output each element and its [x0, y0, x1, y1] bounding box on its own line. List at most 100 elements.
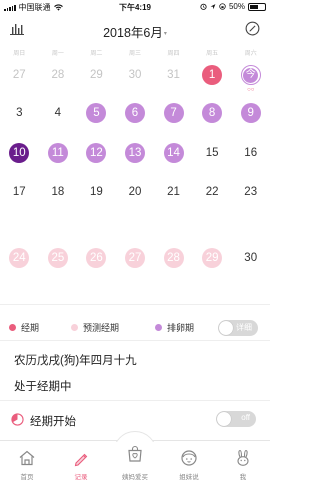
- day-number: 27: [12, 69, 26, 81]
- calendar-day[interactable]: 29: [193, 239, 232, 277]
- day-number: 今: [245, 69, 256, 80]
- calendar-day[interactable]: 30: [116, 56, 155, 94]
- calendar-day[interactable]: 29: [77, 56, 116, 94]
- tab-me[interactable]: 我: [216, 441, 270, 480]
- legend-predicted-label: 预测经期: [83, 323, 120, 333]
- period-start-row: 经期开始 off: [0, 406, 270, 432]
- day-number: 20: [128, 186, 142, 198]
- calendar-day[interactable]: 28: [154, 239, 193, 277]
- legend-period-label: 经期: [21, 323, 40, 333]
- period-start-label: 经期开始: [30, 416, 76, 428]
- chevron-down-icon: ▾: [163, 31, 167, 38]
- day-number: 9: [247, 107, 254, 119]
- battery-icon: [248, 2, 266, 11]
- calendar-day[interactable]: 14: [154, 134, 193, 172]
- month-selector[interactable]: 2018年6月▾: [0, 22, 270, 41]
- calendar-day[interactable]: 8: [193, 94, 232, 132]
- calendar-day[interactable]: 24: [0, 239, 39, 277]
- calendar-day[interactable]: 27: [116, 239, 155, 277]
- calendar-header: 2018年6月▾: [0, 14, 270, 46]
- legend-predicted: 预测经期: [71, 321, 119, 334]
- period-dot-icon: [9, 324, 16, 331]
- tab-record[interactable]: 记录: [54, 441, 108, 480]
- calendar-day[interactable]: 31: [154, 56, 193, 94]
- calendar-day[interactable]: 11: [39, 134, 78, 172]
- detail-toggle[interactable]: 详细: [218, 320, 258, 336]
- calendar-day[interactable]: 20: [116, 173, 155, 211]
- calendar-day[interactable]: 21: [154, 173, 193, 211]
- edit-icon[interactable]: [245, 21, 260, 36]
- legend-ovulation: 排卵期: [155, 321, 194, 334]
- day-number: 16: [244, 147, 258, 159]
- calendar-day-today[interactable]: 今 ○○: [231, 56, 270, 94]
- pie-chart-icon: [11, 413, 24, 426]
- day-number: 17: [12, 186, 26, 198]
- cycle-status: 处于经期中: [14, 381, 72, 393]
- day-number: 25: [51, 252, 65, 264]
- calendar-day[interactable]: 7: [154, 94, 193, 132]
- calendar-day[interactable]: 17: [0, 173, 39, 211]
- day-number: 26: [90, 252, 103, 264]
- day-number: 23: [244, 186, 258, 198]
- period-start-toggle-label: off: [241, 413, 250, 422]
- calendar-day[interactable]: 30: [231, 239, 270, 277]
- calendar-day[interactable]: 15: [193, 134, 232, 172]
- day-number: 28: [167, 252, 180, 264]
- legend-ovulation-label: 排卵期: [167, 323, 195, 333]
- day-number: 29: [205, 252, 219, 264]
- day-number: 15: [205, 147, 219, 159]
- month-title: 2018年6月: [103, 26, 163, 40]
- tab-home-label: 首页: [20, 474, 34, 480]
- tab-shop[interactable]: 姨妈爱买: [108, 441, 162, 480]
- tab-sisters-label: 姐妹说: [179, 474, 199, 480]
- calendar-day[interactable]: 23: [231, 173, 270, 211]
- day-number: 27: [128, 252, 142, 264]
- day-number: 11: [51, 147, 64, 159]
- bunny-icon: [237, 449, 249, 466]
- calendar-day[interactable]: 28: [39, 56, 78, 94]
- calendar-day[interactable]: 22: [193, 173, 232, 211]
- calendar-day[interactable]: 10: [0, 134, 39, 172]
- period-start-toggle[interactable]: off: [216, 411, 256, 427]
- face-icon: [181, 450, 197, 466]
- day-number: 31: [167, 69, 180, 81]
- calendar-day[interactable]: 3: [0, 94, 39, 132]
- day-number: 4: [54, 107, 62, 119]
- day-number: 18: [51, 186, 65, 198]
- calendar-day[interactable]: 1: [193, 56, 232, 94]
- alarm-icon: [200, 3, 207, 10]
- day-number: 28: [51, 69, 65, 81]
- calendar-day[interactable]: 5: [77, 94, 116, 132]
- tab-bar: 首页 记录 姨妈爱买 姐妹说 我: [0, 431, 270, 480]
- day-number: 12: [90, 147, 103, 159]
- calendar-day[interactable]: 6: [116, 94, 155, 132]
- lock-rotation-icon: [219, 3, 226, 10]
- calendar-day[interactable]: 13: [116, 134, 155, 172]
- day-number: 30: [128, 69, 142, 81]
- calendar-day[interactable]: 27: [0, 56, 39, 94]
- tab-me-label: 我: [239, 474, 247, 480]
- day-number: 10: [12, 147, 26, 159]
- day-number: 8: [208, 107, 216, 119]
- calendar-day[interactable]: 4: [39, 94, 78, 132]
- calendar-day[interactable]: 19: [77, 173, 116, 211]
- divider: [0, 340, 270, 341]
- calendar-day[interactable]: 26: [77, 239, 116, 277]
- calendar-day[interactable]: 16: [231, 134, 270, 172]
- tab-home[interactable]: 首页: [0, 441, 54, 480]
- toggle-knob: [217, 412, 231, 426]
- calendar-day[interactable]: 12: [77, 134, 116, 172]
- detail-toggle-label: 详细: [236, 323, 252, 332]
- calendar-day[interactable]: 9: [231, 94, 270, 132]
- tab-sisters[interactable]: 姐妹说: [162, 441, 216, 480]
- location-icon: [210, 4, 216, 10]
- calendar-day[interactable]: 25: [39, 239, 78, 277]
- pencil-icon: [74, 453, 88, 467]
- home-icon: [19, 450, 35, 466]
- calendar-grid: 27 28 29 30 31 1 今 ○○ 3 4 5 6 7 8 9 10 11 12 13 14 15 16 17 18 1…: [0, 56, 270, 296]
- calendar-day[interactable]: 18: [39, 173, 78, 211]
- battery-percent: 50%: [228, 2, 245, 11]
- day-number: 22: [205, 186, 219, 198]
- day-number: 19: [90, 186, 103, 198]
- toggle-knob: [219, 321, 233, 335]
